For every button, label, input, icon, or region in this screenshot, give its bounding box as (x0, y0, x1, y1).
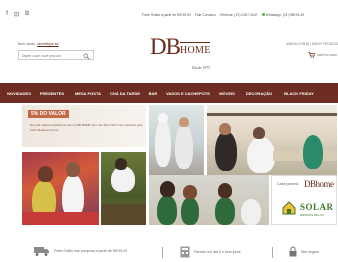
student-figure-1 (157, 195, 177, 225)
social-links: f ⊡ B (6, 11, 29, 18)
table-cloth (22, 212, 99, 225)
cook-figure-2 (175, 125, 193, 169)
feature-secure: Site seguro (289, 246, 319, 257)
login-link[interactable]: identifique-se (37, 42, 58, 46)
nav-item-mesa-posta[interactable]: MESA POSTA (70, 91, 106, 96)
feature-secure-label: Site seguro (301, 249, 320, 254)
child-head-2 (66, 162, 80, 177)
cook-hat (158, 113, 168, 123)
solar-name: SOLAR (300, 202, 334, 212)
welcome-prefix: Bem-vindo, (18, 42, 37, 46)
lock-icon (289, 246, 297, 257)
phone-text: Telefone: (21) 2287-3447 (219, 13, 258, 17)
blog-icon[interactable]: B (25, 11, 29, 18)
gardener-head (115, 158, 127, 170)
kitchen-photo[interactable] (149, 105, 204, 175)
promo-text: De toda compra realizada no site da DB H… (30, 123, 143, 132)
db-home-logo[interactable]: DB HOME Desde 1973 (150, 35, 212, 75)
diner-figure-2 (247, 137, 275, 173)
cart-icon[interactable] (308, 52, 315, 58)
promo-banner[interactable]: 5% DO VALOR De toda compra realizada no … (22, 105, 146, 147)
student-head-1 (160, 181, 175, 197)
feature-installments: Parcele em até 5 x sem juros (180, 246, 241, 258)
account-links[interactable]: MINHA CONTA | MEUS PEDIDOS (286, 42, 338, 46)
students-photo[interactable] (149, 175, 269, 225)
nav-item-bar[interactable]: BAR (144, 91, 162, 96)
cook-head (179, 117, 189, 127)
feature-installments-label: Parcele em até 5 x sem juros (194, 250, 241, 254)
solar-house-icon (282, 201, 296, 215)
nav-item-vasos[interactable]: VASOS E CACHEPOTS (162, 91, 214, 96)
student-figure-4 (241, 199, 261, 225)
search-icon[interactable] (83, 52, 90, 60)
nav-item-cha-da-tarde[interactable]: CHÁ DA TARDE (106, 91, 144, 96)
logo-db-text: DB (150, 34, 181, 59)
whatsapp-text: Whatsapp: (21) 98076-45 (261, 13, 305, 17)
feature-free-shipping: Frete Grátis nas compras a partir de R$ … (34, 246, 127, 256)
solar-subtitle: MENINOS DE LUZ (300, 213, 324, 217)
children-photo[interactable] (22, 152, 99, 225)
instagram-icon[interactable]: ⊡ (14, 11, 19, 18)
feature-divider-2 (272, 247, 273, 258)
solar-partner-card[interactable]: Cada parceria DBhome SOLAR MENINOS DE LU… (271, 175, 337, 225)
free-shipping-text: Frete Grátis a partir de R$ 99,00 (142, 13, 191, 17)
student-head-3 (218, 183, 232, 198)
features-bar: Frete Grátis nas compras a partir de R$ … (0, 244, 338, 262)
search-box (18, 50, 94, 60)
header: Bem-vindo, identifique-se DB HOME Desde … (0, 30, 338, 80)
installments-icon (180, 246, 190, 258)
banner-grid: 5% DO VALOR De toda compra realizada no … (22, 105, 337, 225)
dining-photo[interactable] (207, 105, 337, 175)
cook-figure (155, 119, 171, 167)
whatsapp-label: Whatsapp: (21) 98076-45 (265, 13, 305, 17)
dining-shelf (207, 113, 337, 116)
top-bar: f ⊡ B Frete Grátis a partir de R$ 99,00 … (0, 0, 338, 30)
main-nav: NOVIDADES PRESENTES MESA POSTA CHÁ DA TA… (0, 83, 338, 103)
contact-link[interactable]: Fale Conosco (195, 13, 216, 17)
promo-badge: 5% DO VALOR (28, 110, 69, 118)
whatsapp-icon (261, 13, 265, 16)
nav-item-decoracao[interactable]: DECORAÇÃO (240, 91, 278, 96)
welcome-message: Bem-vindo, identifique-se (18, 42, 59, 46)
diner-figure-1 (215, 131, 237, 171)
student-figure-2 (181, 197, 199, 225)
cart-label: carrinho vazio (317, 53, 337, 57)
facebook-icon[interactable]: f (6, 11, 8, 18)
logo-divider (180, 42, 210, 43)
logo-home-text: HOME (180, 45, 211, 56)
nav-item-black-friday[interactable]: BLACK FRIDAY (278, 91, 320, 96)
nav-item-novidades[interactable]: NOVIDADES (4, 91, 34, 96)
cart[interactable]: carrinho vazio (308, 52, 337, 58)
solar-db-logo: DBhome (304, 179, 334, 189)
logo-since-text: Desde 1973 (192, 66, 211, 70)
search-input[interactable] (22, 53, 82, 58)
child-head-1 (38, 166, 53, 182)
solar-prefix-text: Cada parceria (277, 182, 299, 186)
gardening-photo[interactable] (101, 152, 146, 225)
diner-figure-3 (303, 135, 323, 169)
feature-divider (162, 247, 163, 258)
feature-free-shipping-label: Frete Grátis nas compras a partir de R$ … (54, 249, 128, 253)
student-figure-3 (215, 197, 235, 225)
nav-item-moveis[interactable]: MÓVEIS (214, 91, 240, 96)
top-links: Frete Grátis a partir de R$ 99,00 Fale C… (142, 13, 304, 17)
truck-icon (34, 247, 49, 256)
diner-head-1 (219, 123, 231, 135)
nav-item-presentes[interactable]: PRESENTES (34, 91, 70, 96)
student-head-2 (183, 185, 197, 199)
soil (101, 204, 146, 225)
diner-head-2 (253, 127, 265, 139)
